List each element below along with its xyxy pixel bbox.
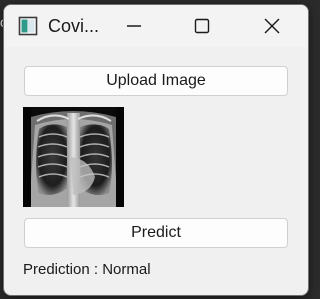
maximize-icon xyxy=(194,18,210,34)
chest-xray-image xyxy=(23,107,124,207)
close-icon xyxy=(264,18,280,34)
minimize-icon xyxy=(127,25,141,27)
upload-image-button[interactable]: Upload Image xyxy=(24,66,288,96)
prediction-label: Prediction xyxy=(23,261,90,278)
window-title: Covi... xyxy=(48,16,100,36)
minimize-button[interactable] xyxy=(112,9,156,43)
prediction-result: Prediction : Normal xyxy=(23,261,151,278)
app-window: Covi... Upload Image Predict Prediction … xyxy=(3,4,309,296)
close-button[interactable] xyxy=(250,9,294,43)
prediction-separator: : xyxy=(89,261,103,278)
maximize-button[interactable] xyxy=(180,9,224,43)
app-window-icon xyxy=(18,16,38,36)
title-bar[interactable]: Covi... xyxy=(4,5,308,47)
prediction-value: Normal xyxy=(102,261,151,278)
predict-button[interactable]: Predict xyxy=(24,218,288,248)
